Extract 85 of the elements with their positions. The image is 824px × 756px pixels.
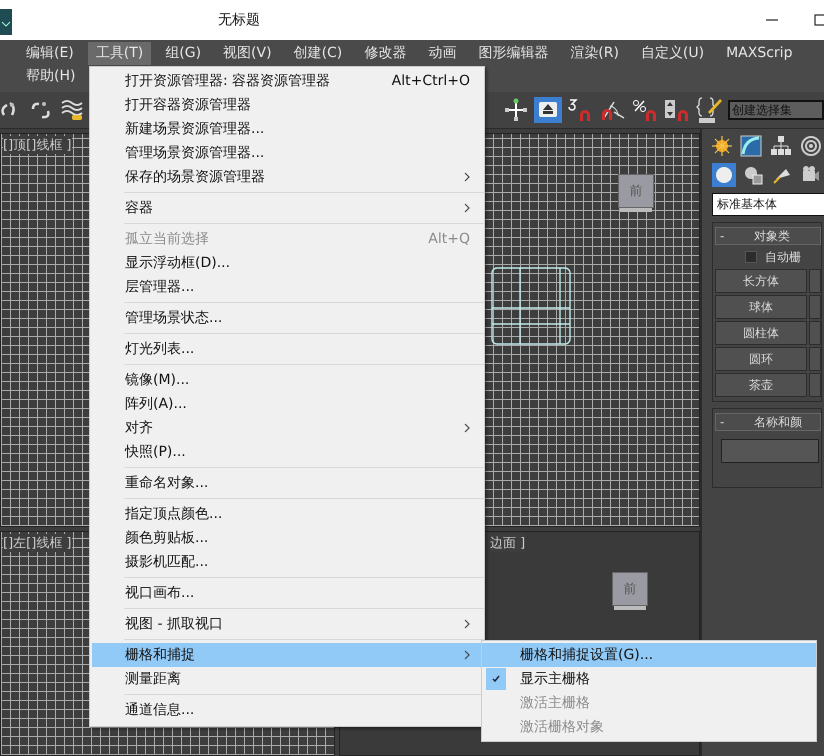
menu-item-label: 栅格和捕捉 bbox=[125, 646, 196, 664]
menu-item-label: 容器 bbox=[125, 199, 154, 217]
menu-item-label: 视图 - 抓取视口 bbox=[125, 615, 224, 633]
hierarchy-icon[interactable] bbox=[770, 135, 792, 157]
menu-item[interactable]: 动画 bbox=[420, 42, 464, 65]
menu-item-label: 指定顶点颜色... bbox=[125, 505, 224, 523]
menu-row[interactable]: 摄影机匹配... bbox=[92, 550, 484, 574]
menu-row[interactable]: 栅格和捕捉 bbox=[92, 643, 484, 667]
menu-item[interactable]: 图形编辑器 bbox=[470, 42, 556, 65]
edit-named-selection-icon[interactable] bbox=[696, 96, 722, 124]
collapse-sign: - bbox=[719, 229, 726, 243]
menu-item-label: 栅格和捕捉设置(G)... bbox=[520, 646, 654, 664]
name-field[interactable] bbox=[721, 439, 819, 463]
menu-item-label: 层管理器... bbox=[125, 278, 196, 296]
menu-row[interactable]: 视图 - 抓取视口 bbox=[92, 612, 484, 636]
move-pivot-icon[interactable] bbox=[504, 98, 528, 122]
menu-item-label: 摄影机匹配... bbox=[125, 553, 210, 571]
checkbox-label: 自动栅 bbox=[765, 248, 801, 266]
app-icon bbox=[0, 9, 12, 35]
menu-item-label: 激活主栅格 bbox=[520, 694, 590, 712]
rollout-title: 对象类 bbox=[754, 228, 790, 244]
shapes-icon[interactable] bbox=[744, 165, 764, 185]
cube-face-label: 前 bbox=[630, 183, 642, 200]
menu-item-label: 管理场景状态... bbox=[125, 309, 224, 327]
curve-icon[interactable] bbox=[740, 135, 762, 157]
menu-item[interactable]: 工具(T) bbox=[88, 42, 152, 65]
viewport-label: []左[]线框 ] bbox=[3, 534, 72, 552]
menu-row[interactable]: 颜色剪贴板... bbox=[92, 526, 484, 550]
menu-item-label: 快照(P)... bbox=[125, 443, 187, 461]
menu-item-label: 激活栅格对象 bbox=[520, 718, 604, 736]
spinner-snap-icon[interactable] bbox=[664, 98, 690, 122]
menu-item-label: 打开容器资源管理器 bbox=[125, 96, 252, 114]
menu-item-label: 颜色剪贴板... bbox=[125, 529, 210, 547]
menu-row[interactable]: 显示主栅格 bbox=[482, 667, 816, 691]
menu-item[interactable]: 视图(V) bbox=[215, 42, 280, 65]
primitive-button[interactable]: 圆环 bbox=[715, 347, 807, 371]
collapse-sign: - bbox=[719, 415, 726, 429]
menu-item-label: 重命名对象... bbox=[125, 474, 210, 492]
menu-item[interactable]: 自定义(U) bbox=[632, 42, 712, 65]
menu-row[interactable]: 视口画布... bbox=[92, 581, 484, 605]
window-title: 无标题 bbox=[218, 11, 260, 29]
primitive-button[interactable]: 圆柱体 bbox=[715, 321, 807, 345]
menu-item-label: 阵列(A)... bbox=[125, 395, 188, 413]
rollout-header[interactable]: - 对象类 bbox=[715, 227, 821, 245]
menu-item[interactable]: 渲染(R) bbox=[562, 42, 627, 65]
menu-item-label: 镜像(M)... bbox=[125, 371, 190, 389]
viewport-label: 边面 ] bbox=[490, 534, 526, 552]
menu-item-label: 灯光列表... bbox=[125, 340, 196, 358]
menu-item-label: 视口画布... bbox=[125, 584, 196, 602]
viewport-label: []顶[]线框 ] bbox=[3, 136, 72, 154]
menu-item-label: 对齐 bbox=[125, 419, 154, 437]
primitive-button[interactable]: 茶壶 bbox=[715, 373, 807, 397]
shortcut-text: Alt+Q bbox=[428, 231, 470, 247]
cube-face-label: 前 bbox=[624, 581, 636, 598]
menu-item-label: 通道信息... bbox=[125, 701, 196, 719]
menu-item[interactable]: 修改器 bbox=[356, 42, 414, 65]
menu-item[interactable]: 帮助(H) bbox=[18, 65, 84, 88]
menu-item[interactable]: 组(G) bbox=[157, 42, 210, 65]
menu-item-label: 显示浮动框(D)... bbox=[125, 254, 232, 272]
menu-item[interactable]: MAXScrip bbox=[718, 42, 800, 65]
category-dropdown[interactable]: 标准基本体 bbox=[712, 193, 824, 216]
primitive-button[interactable]: 球体 bbox=[715, 295, 807, 319]
menu-row[interactable]: 打开资源管理器: 容器资源管理器 Alt+Ctrl+O bbox=[92, 69, 484, 93]
sun-icon[interactable] bbox=[712, 136, 732, 156]
menu-item-label: 显示主栅格 bbox=[520, 670, 590, 688]
menu-row[interactable]: 栅格和捕捉设置(G)... bbox=[482, 643, 816, 667]
menu-item[interactable]: 创建(C) bbox=[286, 42, 350, 65]
menu-item-label: 打开资源管理器: 容器资源管理器 bbox=[125, 72, 332, 90]
percent-snap-icon[interactable] bbox=[632, 98, 658, 122]
target-icon[interactable] bbox=[800, 135, 822, 157]
menu-item-label: 测量距离 bbox=[125, 670, 182, 688]
menu-item[interactable]: 编辑(E) bbox=[18, 42, 82, 65]
menu-item-label: 管理场景资源管理器... bbox=[125, 144, 266, 162]
checkbox[interactable] bbox=[745, 251, 757, 263]
rollout-title: 名称和颜 bbox=[754, 414, 802, 430]
shortcut-text: Alt+Ctrl+O bbox=[392, 73, 470, 89]
primitive-button[interactable]: 长方体 bbox=[715, 269, 807, 293]
menu-item-label: 孤立当前选择 bbox=[125, 230, 210, 248]
menu-row[interactable]: 通道信息... bbox=[92, 698, 484, 722]
maximize-icon[interactable] bbox=[814, 14, 824, 26]
menu-item-label: 保存的场景资源管理器 bbox=[125, 168, 266, 186]
menu-row[interactable]: 打开容器资源管理器 bbox=[92, 93, 484, 117]
menu-item-label: 新建场景资源管理器... bbox=[125, 120, 266, 138]
menu-row[interactable]: 测量距离 bbox=[92, 667, 484, 691]
rollout-header[interactable]: - 名称和颜 bbox=[715, 413, 821, 431]
